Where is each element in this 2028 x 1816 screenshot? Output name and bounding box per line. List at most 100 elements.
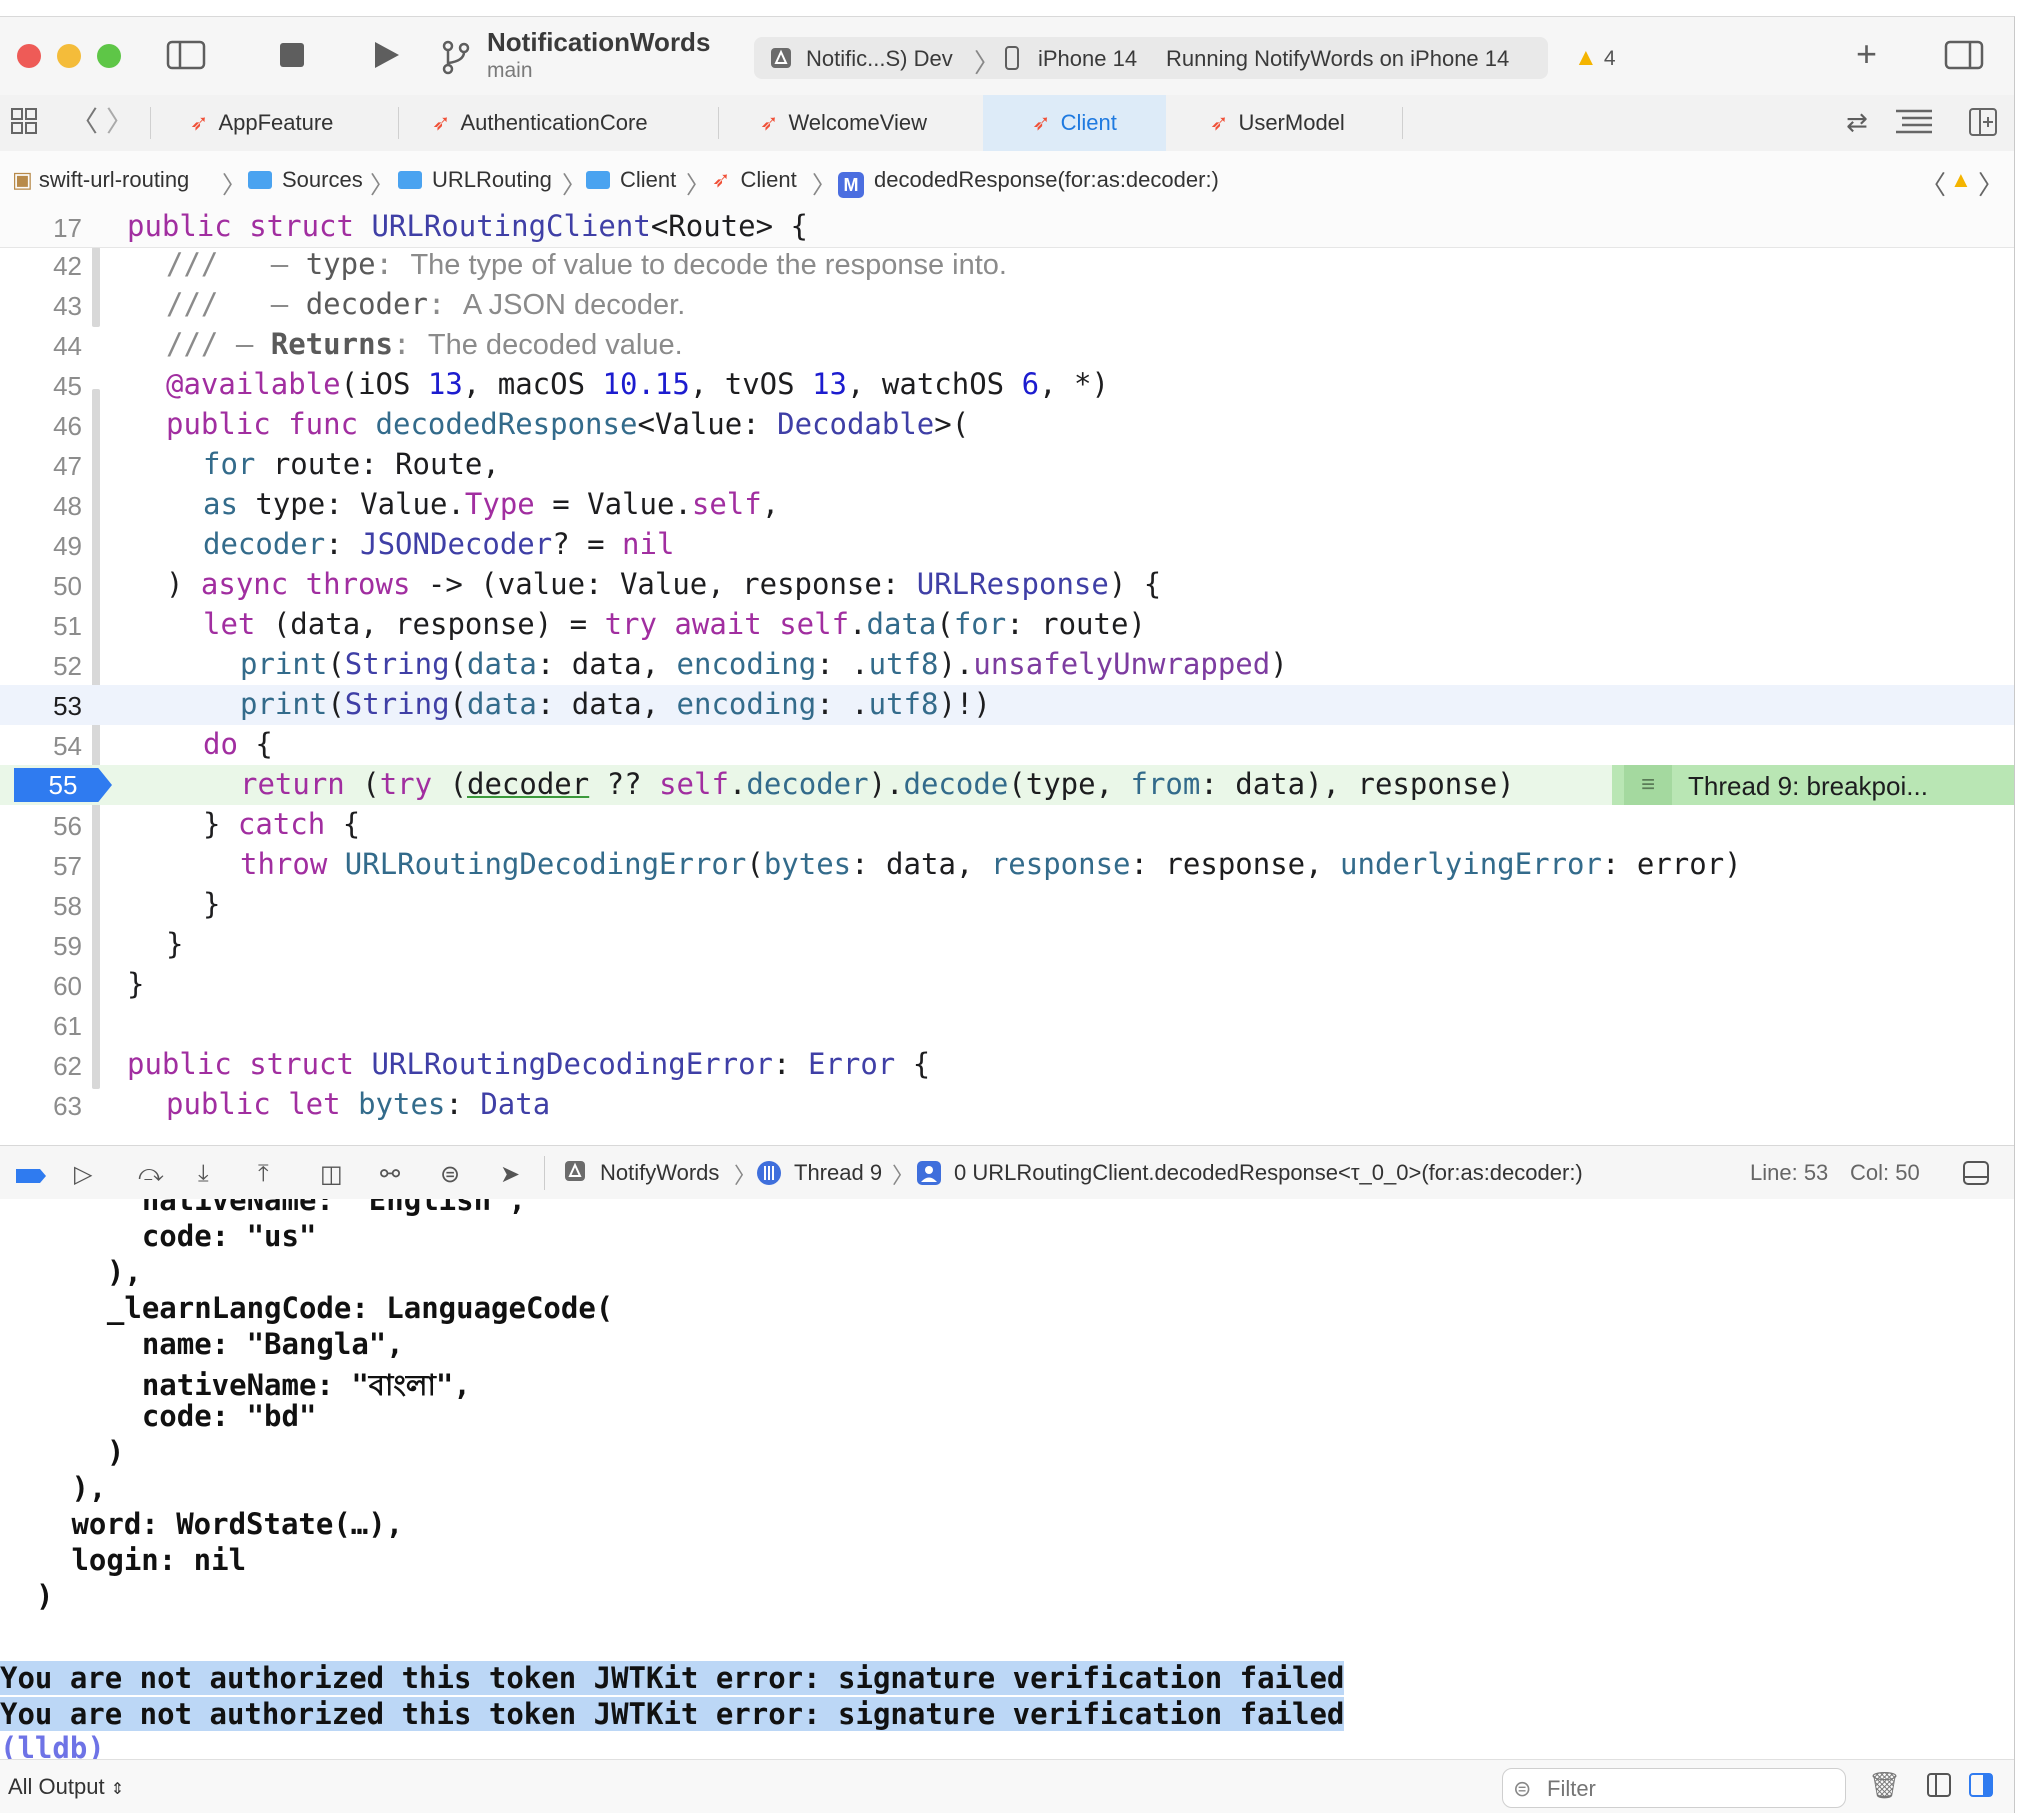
tab-client[interactable]: ➶ Client (983, 95, 1166, 151)
output-selector[interactable]: All Output ⇕ (8, 1774, 124, 1800)
console-line: code: "us" (72, 1219, 317, 1253)
code-line[interactable]: 62 public struct URLRoutingDecodingError… (0, 1045, 2014, 1085)
run-status: Running NotifyWords on iPhone 14 (1166, 46, 1510, 71)
grid-icon[interactable] (10, 107, 38, 141)
step-into-icon[interactable]: ⤓ (198, 1160, 209, 1188)
code-line[interactable]: 42 /// – type: The type of value to deco… (0, 245, 2014, 285)
navigator-toggle-icon[interactable] (166, 39, 206, 77)
continue-icon[interactable]: ▷ (74, 1160, 92, 1189)
lldb-prompt[interactable]: (lldb) (0, 1731, 105, 1759)
code-line[interactable]: 48 as type: Value.Type = Value.self, (0, 485, 2014, 525)
zoom-window-button[interactable] (97, 44, 121, 68)
debug-app[interactable]: NotifyWords (600, 1160, 719, 1186)
iphone-icon (1004, 45, 1020, 77)
scheme-selector[interactable]: Notific...S) Dev 〉 iPhone 14 Running Not… (754, 37, 1548, 79)
trash-icon[interactable]: 🗑 (1868, 1770, 1901, 1801)
back-icon[interactable]: 〈 (70, 107, 98, 137)
scheme-target[interactable]: Notific...S) Dev (806, 46, 953, 72)
code-line[interactable]: 43 /// – decoder: A JSON decoder. (0, 285, 2014, 325)
console-line: ), (54, 1471, 107, 1505)
console-error-line: You are not authorized this token JWTKit… (0, 1661, 1345, 1695)
current-code-line[interactable]: 53 print(String(data: data, encoding: .u… (0, 685, 2014, 725)
code-line[interactable]: 52 print(String(data: data, encoding: .u… (0, 645, 2014, 685)
breakpoint-code-line[interactable]: 55 return (try (decoder ?? self.decoder)… (0, 765, 2014, 805)
memory-graph-icon[interactable]: ⚯ (380, 1160, 400, 1189)
breadcrumb-symbol[interactable]: MdecodedResponse(for:as:decoder:) (838, 167, 1219, 198)
variables-view-icon[interactable] (1926, 1772, 1952, 1803)
code-line[interactable]: 51 let (data, response) = try await self… (0, 605, 2014, 645)
swift-file-icon: ➶ (760, 110, 779, 135)
app-scheme-icon (770, 47, 792, 75)
swap-icon[interactable]: ⇄ (1846, 107, 1868, 137)
code-line[interactable]: 54 do { (0, 725, 2014, 765)
minimize-window-button[interactable] (57, 44, 81, 68)
warning-icon: ▲ (1574, 44, 1598, 71)
close-window-button[interactable] (17, 44, 41, 68)
stop-icon[interactable] (278, 41, 306, 75)
filter-icon: ⊜ (1513, 1776, 1532, 1801)
breadcrumb-project[interactable]: ▣ swift-url-routing (12, 167, 189, 193)
code-line[interactable]: 57 throw URLRoutingDecodingError(bytes: … (0, 845, 2014, 885)
warning-icon[interactable]: ▲ (1950, 167, 1972, 193)
breadcrumb-sources[interactable]: Sources (248, 167, 363, 193)
project-name[interactable]: NotificationWords (487, 27, 710, 58)
code-line[interactable]: 49 decoder: JSONDecoder? = nil (0, 525, 2014, 565)
swift-file-icon: ➶ (1032, 110, 1051, 135)
code-line[interactable]: 63 public let bytes: Data (0, 1085, 2014, 1125)
debug-thread[interactable]: Thread 9 (794, 1160, 882, 1186)
previous-issue-icon[interactable]: 〈 (1920, 165, 1946, 202)
breakpoint-marker[interactable]: 55 (14, 768, 112, 802)
console-view-icon[interactable] (1968, 1772, 1994, 1803)
device-name[interactable]: iPhone 14 (1038, 46, 1137, 72)
add-editor-icon[interactable] (1968, 107, 1998, 143)
app-icon (564, 1160, 586, 1189)
console-line: login: nil (54, 1543, 247, 1577)
view-hierarchy-icon[interactable]: ◫ (320, 1160, 343, 1189)
tab-welcomeview[interactable]: ➶ WelcomeView (760, 95, 980, 151)
chevron-right-icon: 〉 (974, 48, 1001, 78)
inspector-toggle-icon[interactable] (1944, 39, 1984, 77)
code-line[interactable]: 47 for route: Route, (0, 445, 2014, 485)
location-icon[interactable]: ➤ (500, 1160, 520, 1189)
sticky-header-line: 17 public struct URLRoutingClient<Route>… (0, 207, 2014, 248)
breadcrumb-folder[interactable]: Client (586, 167, 676, 193)
code-line[interactable]: 46 public func decodedResponse<Value: De… (0, 405, 2014, 445)
console-line: ) (72, 1435, 125, 1469)
next-issue-icon[interactable]: 〉 (1978, 165, 2004, 202)
forward-icon[interactable]: 〉 (106, 107, 134, 137)
breadcrumb-module[interactable]: URLRouting (398, 167, 552, 193)
console-line: word: WordState(…), (54, 1507, 404, 1541)
code-line[interactable]: 61 (0, 1005, 2014, 1045)
breakpoints-toggle-icon[interactable] (14, 1164, 48, 1192)
cursor-line: Line: 53 (1750, 1160, 1829, 1185)
folder-icon (248, 171, 272, 189)
chevron-right-icon: 〉 (812, 172, 836, 199)
sticky-code: public struct URLRoutingClient<Route> { (127, 209, 808, 243)
filter-input[interactable] (1545, 1775, 1839, 1803)
code-line[interactable]: 45 @available(iOS 13, macOS 10.15, tvOS … (0, 365, 2014, 405)
source-editor[interactable]: 17 public struct URLRoutingClient<Route>… (0, 207, 2014, 1145)
code-line[interactable]: 44 /// – Returns: The decoded value. (0, 325, 2014, 365)
hide-debug-area-icon[interactable] (1962, 1160, 1990, 1193)
editor-options-icon[interactable] (1894, 107, 1934, 141)
breadcrumb-file[interactable]: ➶ Client (712, 167, 797, 193)
tab-authenticationcore[interactable]: ➶ AuthenticationCore (432, 95, 712, 151)
code-line[interactable]: 60 } (0, 965, 2014, 1005)
code-line[interactable]: 59 } (0, 925, 2014, 965)
step-out-icon[interactable]: ⤒ (258, 1160, 269, 1188)
cursor-column: Col: 50 (1850, 1160, 1920, 1185)
debug-frame[interactable]: 0 URLRoutingClient.decodedResponse<τ_0_0… (954, 1160, 1583, 1186)
environment-icon[interactable]: ⊜ (440, 1160, 460, 1189)
debug-console[interactable]: nativeName: "English", code: "us" ), _le… (0, 1199, 2014, 1759)
code-line[interactable]: 56 } catch { (0, 805, 2014, 845)
thread-breakpoint-annotation[interactable]: ≡ Thread 9: breakpoi... (1612, 765, 2014, 805)
step-over-icon[interactable]: ⤼ (138, 1160, 164, 1188)
code-line[interactable]: 58 } (0, 885, 2014, 925)
tab-appfeature[interactable]: ➶ AppFeature (190, 95, 390, 151)
code-line[interactable]: 50 ) async throws -> (value: Value, resp… (0, 565, 2014, 605)
filter-field[interactable]: ⊜ (1502, 1768, 1846, 1808)
run-icon[interactable] (370, 39, 402, 77)
tab-usermodel[interactable]: ➶ UserModel (1210, 95, 1400, 151)
warnings-indicator[interactable]: ▲ 4 (1574, 44, 1616, 72)
add-icon[interactable]: + (1856, 36, 1877, 72)
